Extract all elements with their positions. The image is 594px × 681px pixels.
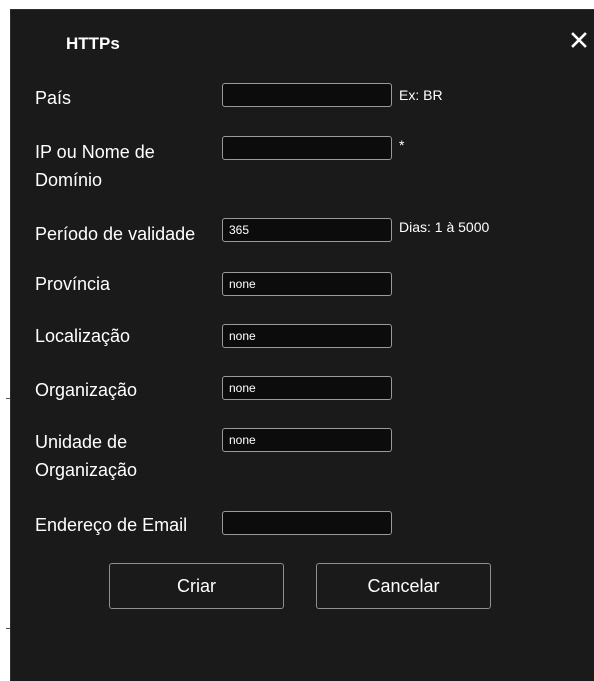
domain-label-line1: IP ou Nome de xyxy=(35,142,155,162)
required-mark: * xyxy=(399,137,405,153)
province-input[interactable] xyxy=(222,272,392,296)
org-unit-input[interactable] xyxy=(222,428,392,452)
validity-hint: Dias: 1 à 5000 xyxy=(399,219,490,235)
dialog-title: HTTPs xyxy=(66,34,120,53)
close-icon[interactable] xyxy=(569,30,589,50)
https-dialog: HTTPs País Ex: BR IP ou Nome de Domínio … xyxy=(10,9,594,681)
validity-input[interactable] xyxy=(222,218,392,242)
location-input[interactable] xyxy=(222,324,392,348)
org-unit-label-line2: Organização xyxy=(35,460,138,480)
country-hint: Ex: BR xyxy=(399,87,443,103)
create-button[interactable]: Criar xyxy=(109,563,284,609)
email-input[interactable] xyxy=(222,511,392,535)
org-unit-label-line1: Unidade de xyxy=(35,432,128,452)
country-label: País xyxy=(35,88,72,108)
domain-label-line2: Domínio xyxy=(35,170,103,190)
email-label: Endereço de Email xyxy=(35,515,188,535)
validity-label: Período de validade xyxy=(35,224,196,244)
organization-label: Organização xyxy=(35,380,138,400)
province-label: Província xyxy=(35,274,111,294)
location-label: Localização xyxy=(35,326,131,346)
country-input[interactable] xyxy=(222,83,392,107)
domain-input[interactable] xyxy=(222,136,392,160)
organization-input[interactable] xyxy=(222,376,392,400)
cancel-button[interactable]: Cancelar xyxy=(316,563,491,609)
